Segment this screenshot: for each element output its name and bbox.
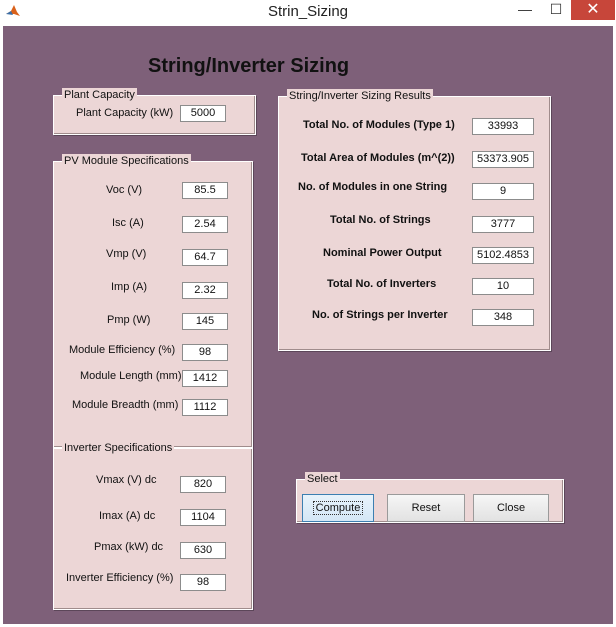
panel-title: Plant Capacity <box>62 88 137 102</box>
module-breadth-input[interactable]: 1112 <box>182 399 228 416</box>
maximize-button[interactable]: ☐ <box>541 0 571 20</box>
voc-label: Voc (V) <box>106 184 143 196</box>
panel-title: PV Module Specifications <box>62 154 191 168</box>
plant-capacity-label: Plant Capacity (kW) <box>76 107 174 119</box>
total-strings-label: Total No. of Strings <box>330 214 431 226</box>
imp-label: Imp (A) <box>111 281 148 293</box>
inverter-efficiency-input[interactable]: 98 <box>180 574 226 591</box>
page-title: String/Inverter Sizing <box>148 55 350 77</box>
pmp-input[interactable]: 145 <box>182 313 228 330</box>
panel-title: String/Inverter Sizing Results <box>287 89 433 103</box>
select-panel: Select Compute Reset Close <box>296 472 564 523</box>
isc-label: Isc (A) <box>112 217 144 229</box>
total-area-output: 53373.905 <box>472 151 534 168</box>
total-strings-output: 3777 <box>472 216 534 233</box>
module-length-input[interactable]: 1412 <box>182 370 228 387</box>
total-modules-output: 33993 <box>472 118 534 135</box>
modules-per-string-label: No. of Modules in one String <box>298 181 448 193</box>
total-modules-label: Total No. of Modules (Type 1) <box>303 119 455 131</box>
vmax-input[interactable]: 820 <box>180 476 226 493</box>
results-panel: String/Inverter Sizing Results Total No.… <box>278 89 551 351</box>
reset-button[interactable]: Reset <box>387 494 465 522</box>
module-length-label: Module Length (mm) <box>80 370 182 382</box>
pmp-label: Pmp (W) <box>107 314 151 326</box>
total-inverters-label: Total No. of Inverters <box>327 278 437 290</box>
imp-input[interactable]: 2.32 <box>182 282 228 299</box>
vmax-label: Vmax (V) dc <box>96 474 157 486</box>
pmax-label: Pmax (kW) dc <box>94 541 164 553</box>
inverter-panel: Inverter Specifications Vmax (V) dc 820 … <box>53 441 253 610</box>
panel-title: Select <box>305 472 340 486</box>
inverter-efficiency-label: Inverter Efficiency (%) <box>66 572 174 584</box>
imax-label: Imax (A) dc <box>99 510 156 522</box>
strings-per-inverter-label: No. of Strings per Inverter <box>312 309 448 321</box>
plant-capacity-input[interactable]: 5000 <box>180 105 226 122</box>
module-efficiency-label: Module Efficiency (%) <box>69 344 176 356</box>
panel-title: Inverter Specifications <box>62 441 175 455</box>
module-efficiency-input[interactable]: 98 <box>182 344 228 361</box>
strings-per-inverter-output: 348 <box>472 309 534 326</box>
nominal-power-label: Nominal Power Output <box>323 247 442 259</box>
nominal-power-output: 5102.4853 <box>472 247 534 264</box>
close-window-button[interactable]: ✕ <box>571 0 615 20</box>
compute-button[interactable]: Compute <box>302 494 374 522</box>
imax-input[interactable]: 1104 <box>180 509 226 526</box>
isc-input[interactable]: 2.54 <box>182 216 228 233</box>
voc-input[interactable]: 85.5 <box>182 182 228 199</box>
title-bar: Strin_Sizing — ☐ ✕ <box>0 0 616 24</box>
module-breadth-label: Module Breadth (mm) <box>72 399 179 411</box>
compute-button-label: Compute <box>312 501 364 515</box>
total-inverters-output: 10 <box>472 278 534 295</box>
vmp-label: Vmp (V) <box>106 248 147 260</box>
modules-per-string-output: 9 <box>472 183 534 200</box>
pv-module-panel: PV Module Specifications Voc (V) 85.5 Is… <box>53 154 253 448</box>
pmax-input[interactable]: 630 <box>180 542 226 559</box>
vmp-input[interactable]: 64.7 <box>182 249 228 266</box>
minimize-button[interactable]: — <box>509 0 541 20</box>
close-button[interactable]: Close <box>473 494 549 522</box>
figure-window: String/Inverter Sizing Plant Capacity Pl… <box>3 26 613 624</box>
total-area-label: Total Area of Modules (m^(2)) <box>301 152 455 164</box>
plant-capacity-panel: Plant Capacity Plant Capacity (kW) 5000 <box>53 88 256 135</box>
